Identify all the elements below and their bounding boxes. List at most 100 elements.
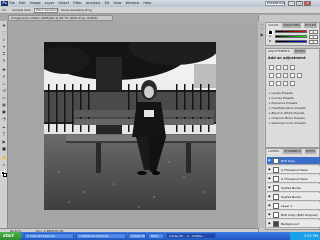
menu-layer[interactable]: Layer <box>45 1 55 6</box>
history-brush-tool-icon[interactable]: ↺ <box>1 88 7 93</box>
tab-channels[interactable]: CHANNELS <box>283 149 302 154</box>
system-tray-clock[interactable]: 3:35 PM <box>290 232 320 240</box>
layer-row[interactable]: ◉ A Thousand Years <box>267 175 320 183</box>
zoom-tool-icon[interactable]: ⌕ <box>1 162 7 167</box>
eraser-tool-icon[interactable]: ▭ <box>1 95 7 100</box>
layer-row[interactable]: ◉ B/W Copy (B/W Original) <box>267 211 320 219</box>
green-value[interactable]: 0 <box>309 35 318 39</box>
layer-row[interactable]: ◉ B/W Gray <box>267 157 320 165</box>
tab-styles[interactable]: STYLES <box>303 23 317 28</box>
menu-image[interactable]: Image <box>30 1 41 6</box>
photo-filter-icon[interactable] <box>297 73 302 78</box>
visibility-eye-icon[interactable]: ◉ <box>268 195 271 198</box>
tab-layers[interactable]: LAYERS <box>267 149 281 154</box>
layer-thumbnail <box>273 167 279 173</box>
eyedropper-tool-icon[interactable]: ✎ <box>1 58 7 63</box>
eyedropper-icon[interactable]: ✎▾ <box>2 8 6 13</box>
pen-tool-icon[interactable]: ✒ <box>1 125 7 130</box>
blur-tool-icon[interactable]: ● <box>1 109 7 114</box>
workspace-switcher[interactable]: ESSENTIALS <box>265 1 285 6</box>
visibility-eye-icon[interactable]: ◉ <box>268 213 271 216</box>
document-tab[interactable]: Imagename edited_0048.JPG @ 66.7% (B/W G… <box>8 15 113 21</box>
levels-icon[interactable] <box>276 65 281 70</box>
visibility-eye-icon[interactable]: ◉ <box>268 204 271 207</box>
tab-masks[interactable]: MASKS <box>293 49 307 54</box>
healing-tool-icon[interactable]: ✚ <box>1 67 7 72</box>
layer-row[interactable]: ◉ Layer 1 <box>267 202 320 210</box>
red-slider[interactable] <box>275 30 307 33</box>
preset-item[interactable]: Selective Color Presets <box>268 121 318 126</box>
menu-view[interactable]: View <box>113 1 121 6</box>
hand-tool-icon[interactable]: ✋ <box>1 155 7 160</box>
background-color-swatch[interactable] <box>3 173 7 177</box>
toolbox: ✥ ⬚ ℓ ✦ ⌗ ✎ ✚ ✐ ⊥ ↺ ▭ ▦ ● ◔ ✒ T ▶ ■ ✋ ⌕ <box>0 21 8 231</box>
menu-select[interactable]: Select <box>58 1 69 6</box>
brightness-icon[interactable] <box>269 65 274 70</box>
taskbar-item[interactable]: Paint <box>148 233 164 239</box>
lasso-tool-icon[interactable]: ℓ <box>1 37 7 42</box>
tab-color[interactable]: COLOR <box>267 23 280 28</box>
menu-help[interactable]: Help <box>143 1 151 6</box>
visibility-eye-icon[interactable]: ◉ <box>268 186 271 189</box>
gradient-map-icon[interactable] <box>290 81 295 86</box>
move-tool-icon[interactable]: ✥ <box>1 23 7 28</box>
close-button[interactable]: x <box>304 1 311 6</box>
exposure-icon[interactable] <box>290 65 295 70</box>
green-slider[interactable] <box>275 35 307 38</box>
taskbar-item[interactable]: Adobe Photoshop <box>128 233 146 239</box>
show-ring-checkbox[interactable]: ☑ <box>56 8 59 13</box>
blue-value[interactable]: 0 <box>309 40 318 44</box>
blue-slider[interactable] <box>275 40 307 43</box>
slider-r-label: R <box>269 29 272 33</box>
layer-row[interactable]: ◉ A Thousand Years <box>267 166 320 174</box>
path-select-tool-icon[interactable]: ▶ <box>1 139 7 144</box>
layer-thumbnail <box>273 158 279 164</box>
menu-edit[interactable]: Edit <box>19 1 26 6</box>
menu-analysis[interactable]: Analysis <box>86 1 100 6</box>
vibrance-icon[interactable] <box>269 73 274 78</box>
crop-tool-icon[interactable]: ⌗ <box>1 51 7 56</box>
invert-icon[interactable] <box>269 81 274 86</box>
layer-row[interactable]: ◉ Sophia Burke <box>267 193 320 201</box>
visibility-eye-icon[interactable]: ◉ <box>268 177 271 180</box>
threshold-icon[interactable] <box>283 81 288 86</box>
visibility-eye-icon[interactable]: ◉ <box>268 222 271 225</box>
hue-saturation-icon[interactable] <box>276 73 281 78</box>
layer-name: Background <box>281 222 299 226</box>
menu-window[interactable]: Window <box>126 1 140 6</box>
taskbar-item[interactable]: Adobe Ph... 2 - Untitle... <box>166 233 216 239</box>
tab-paths[interactable]: PATHS <box>304 149 317 154</box>
color-balance-icon[interactable] <box>283 73 288 78</box>
marquee-tool-icon[interactable]: ⬚ <box>1 30 7 35</box>
minimize-button[interactable]: – <box>288 1 295 6</box>
layer-thumbnail <box>273 185 279 191</box>
visibility-eye-icon[interactable]: ◉ <box>268 159 271 162</box>
layer-name: B/W Copy (B/W Original) <box>281 213 318 217</box>
panel-icon-strip: ⌛ ▶ <box>258 21 264 228</box>
taskbar-item[interactable]: 2 Windows Explorer <box>76 233 126 239</box>
visibility-eye-icon[interactable]: ◉ <box>268 168 271 171</box>
posterize-icon[interactable] <box>276 81 281 86</box>
taskbar-item[interactable]: 3 Internet Explorer <box>24 233 74 239</box>
start-button[interactable]: start <box>0 232 22 240</box>
menu-3d[interactable]: 3D <box>104 1 109 6</box>
menu-filter[interactable]: Filter <box>73 1 82 6</box>
black-white-icon[interactable] <box>290 73 295 78</box>
sample-size-select[interactable]: Point Sample <box>34 8 58 13</box>
tab-adjustments[interactable]: ADJUSTMENTS <box>267 49 291 54</box>
layer-row[interactable]: ◉ Sophia Burke <box>267 184 320 192</box>
quick-select-tool-icon[interactable]: ✦ <box>1 44 7 49</box>
maximize-button[interactable]: □ <box>296 1 303 6</box>
menu-file[interactable]: File <box>9 1 15 6</box>
dodge-tool-icon[interactable]: ◔ <box>1 116 7 121</box>
brush-tool-icon[interactable]: ✐ <box>1 74 7 79</box>
document-photo[interactable] <box>44 42 216 210</box>
red-value[interactable]: 0 <box>309 30 318 34</box>
tab-swatches[interactable]: SWATCHES <box>282 23 301 28</box>
curves-icon[interactable] <box>283 65 288 70</box>
gradient-tool-icon[interactable]: ▦ <box>1 102 7 107</box>
clone-stamp-tool-icon[interactable]: ⊥ <box>1 81 7 86</box>
shape-tool-icon[interactable]: ■ <box>1 146 7 151</box>
type-tool-icon[interactable]: T <box>1 132 7 137</box>
layer-row[interactable]: ◉ Background <box>267 220 320 228</box>
